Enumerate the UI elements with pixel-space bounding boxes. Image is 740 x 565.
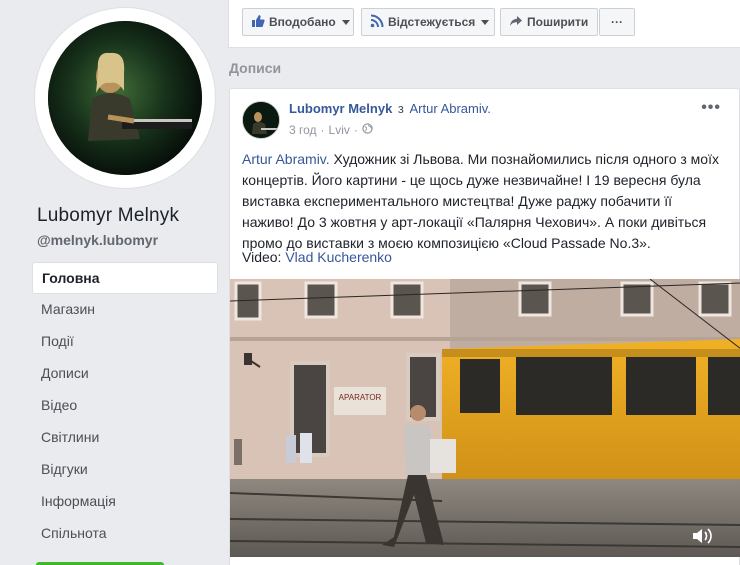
post-options-icon[interactable]: ••• [701,99,721,117]
nav-item-events[interactable]: Події [32,326,218,358]
more-options-button[interactable]: ··· [599,8,635,36]
video-player[interactable]: APARATOR [230,279,740,557]
tagged-person[interactable]: Artur Abramiv. [410,101,491,116]
video-credit: Video: Vlad Kucherenko [242,249,392,265]
separator-dot: · [353,123,358,137]
nav-item-reviews[interactable]: Відгуки [32,454,218,486]
nav-item-videos[interactable]: Відео [32,390,218,422]
follow-label: Відстежується [388,15,476,29]
like-label: Вподобано [269,15,336,29]
shop-sign: APARATOR [339,393,382,402]
nav-item-community[interactable]: Спільнота [32,518,218,550]
globe-icon[interactable] [362,123,373,137]
post-author-name[interactable]: Lubomyr Melnyk [289,101,392,116]
like-button[interactable]: Вподобано [242,8,354,36]
post-author-avatar[interactable] [242,101,280,139]
nav-item-posts[interactable]: Дописи [32,358,218,390]
nav-item-about[interactable]: Інформація [32,486,218,518]
post-author-line: Lubomyr Melnyk з Artur Abramiv. [289,101,491,116]
with-word: з [397,101,404,116]
chevron-down-icon [341,19,350,25]
nav-item-shop[interactable]: Магазин [32,294,218,326]
video-credit-label: Video: [242,249,282,265]
post-location[interactable]: Lviv [329,123,350,137]
post-mention-link[interactable]: Artur Abramiv. [242,151,330,167]
share-label: Поширити [527,15,589,29]
share-button[interactable]: Поширити [500,8,598,36]
share-arrow-icon [509,14,523,31]
nav-item-home[interactable]: Головна [32,262,218,294]
section-title: Дописи [229,60,282,76]
more-dots-icon: ··· [611,15,623,29]
page-handle[interactable]: @melnyk.lubomyr [37,232,158,248]
post-card: Lubomyr Melnyk з Artur Abramiv. 3 год · … [229,88,740,565]
rss-icon [370,14,384,31]
volume-icon[interactable] [691,527,713,545]
profile-picture[interactable] [48,21,202,175]
separator-dot: · [320,123,325,137]
post-text: Artur Abramiv. Художник зі Львова. Ми по… [242,149,726,254]
chevron-down-icon [481,19,490,25]
page-name[interactable]: Lubomyr Melnyk [37,205,179,227]
nav-item-photos[interactable]: Світлини [32,422,218,454]
post-time[interactable]: 3 год [289,123,317,137]
follow-button[interactable]: Відстежується [361,8,495,36]
page-nav: Головна Магазин Події Дописи Відео Світл… [32,262,218,550]
page-action-bar: Вподобано Відстежується Поширити ··· [228,0,740,48]
thumbs-up-icon [251,14,265,31]
video-author-link[interactable]: Vlad Kucherenko [285,249,392,265]
left-column: Lubomyr Melnyk @melnyk.lubomyr Головна М… [0,0,228,565]
post-meta: 3 год · Lviv · [289,123,373,137]
